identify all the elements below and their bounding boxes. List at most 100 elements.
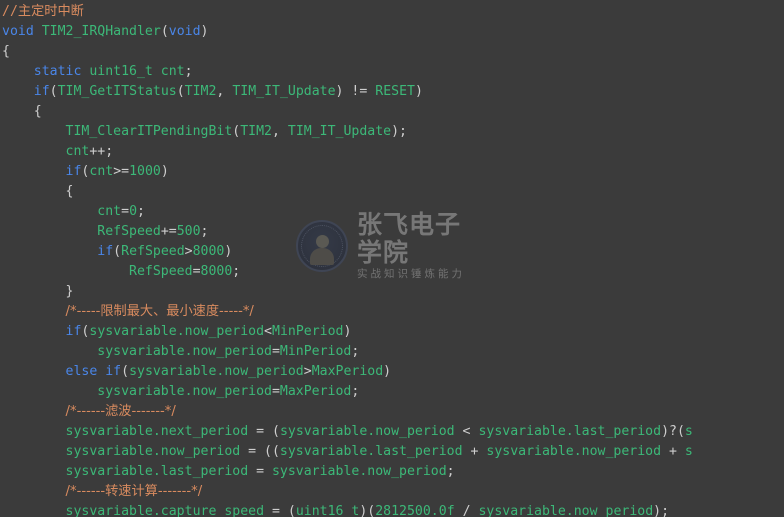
code-token-punct: , (271, 124, 288, 139)
code-token-indent (2, 364, 66, 379)
code-line[interactable]: /*------转速计算-------*/ (0, 482, 784, 502)
code-token-identifier: RefSpeed (121, 244, 185, 259)
code-line[interactable]: { (0, 182, 784, 202)
code-token-indent (2, 224, 97, 239)
code-token-operator: ++; (89, 144, 114, 159)
code-token-indent (2, 244, 97, 259)
code-line[interactable]: if(RefSpeed>8000) (0, 242, 784, 262)
code-token-punct: } (2, 284, 74, 299)
code-token-indent (2, 444, 66, 459)
code-token-operator: != (351, 84, 368, 99)
code-line[interactable]: sysvariable.next_period = (sysvariable.n… (0, 422, 784, 442)
code-token-punct: ; (200, 224, 209, 239)
code-token-identifier: sysvariable.now_period (65, 444, 241, 459)
code-token-identifier: cnt (89, 164, 114, 179)
code-token-operator: >= (113, 164, 130, 179)
code-line[interactable]: { (0, 42, 784, 62)
code-token-indent (2, 384, 97, 399)
code-line[interactable]: { (0, 102, 784, 122)
code-token-comment: //主定时中断 (2, 4, 84, 19)
code-token-identifier: sysvariable.now_period (97, 384, 272, 399)
code-line[interactable]: /*------滤波-------*/ (0, 402, 784, 422)
code-line[interactable]: void TIM2_IRQHandler(void) (0, 22, 784, 42)
code-token-identifier: sysvariable.now_period (279, 424, 455, 439)
code-token-number: 1000 (129, 164, 161, 179)
code-line[interactable]: /*-----限制最大、最小速度-----*/ (0, 302, 784, 322)
code-token-identifier: cnt (97, 204, 122, 219)
code-token-identifier: s (684, 424, 693, 439)
code-token-const: TIM2 (240, 124, 272, 139)
code-token-number: 8000 (200, 264, 233, 279)
code-token-identifier: sysvariable.now_period (97, 344, 272, 359)
code-token-punct: ; (232, 264, 241, 279)
code-token-punct: ( (160, 24, 169, 39)
code-token-punct: { (2, 44, 10, 59)
code-token-operator: = (121, 204, 130, 219)
code-token-number: 2812500.0f (375, 504, 455, 517)
code-token-keyword: static (33, 64, 82, 79)
code-line[interactable]: sysvariable.now_period=MinPeriod; (0, 342, 784, 362)
code-token-punct: )( (359, 504, 376, 517)
code-line[interactable]: if(TIM_GetITStatus(TIM2, TIM_IT_Update) … (0, 82, 784, 102)
code-token-operator: += (160, 224, 177, 239)
code-lines-container[interactable]: //主定时中断 void TIM2_IRQHandler(void) { sta… (0, 2, 784, 517)
code-token-const: TIM_IT_Update (287, 124, 392, 139)
code-token-type: uint16_t cnt (81, 64, 185, 79)
code-token-punct: { (2, 184, 74, 199)
code-line[interactable]: static uint16_t cnt; (0, 62, 784, 82)
code-token-indent (2, 464, 66, 479)
code-token-identifier: sysvariable.capture_speed (65, 504, 265, 517)
code-line[interactable]: } (0, 282, 784, 302)
code-line[interactable]: if(sysvariable.now_period<MinPeriod) (0, 322, 784, 342)
code-token-punct: { (2, 104, 42, 119)
code-token-keyword: void (2, 24, 34, 39)
code-token-comment-text: /*-----限制最大、最小速度-----*/ (65, 304, 254, 319)
code-token-punct: ) (160, 164, 169, 179)
code-token-identifier: sysvariable.now_period (271, 464, 447, 479)
code-token-punct: ) (200, 24, 209, 39)
code-token-punct: ( (121, 364, 130, 379)
code-token-punct: ( (49, 84, 58, 99)
code-token-operator: = (248, 464, 272, 479)
code-token-indent (2, 204, 97, 219)
code-token-operator: = (271, 344, 280, 359)
code-token-indent (2, 344, 97, 359)
code-token-punct: ) (335, 84, 352, 99)
code-token-const: MaxPeriod (279, 384, 352, 399)
code-token-punct: , (216, 84, 233, 99)
code-line[interactable]: if(cnt>=1000) (0, 162, 784, 182)
code-line[interactable]: TIM_ClearITPendingBit(TIM2, TIM_IT_Updat… (0, 122, 784, 142)
code-token-const: TIM2 (184, 84, 217, 99)
code-token-indent (2, 304, 66, 319)
code-token-operator: / (454, 504, 479, 517)
code-line[interactable]: RefSpeed=8000; (0, 262, 784, 282)
code-token-punct: ; (351, 344, 360, 359)
code-token-function: TIM_GetITStatus (57, 84, 177, 99)
code-line[interactable]: cnt=0; (0, 202, 784, 222)
code-token-indent (2, 124, 66, 139)
code-token-indent (2, 404, 66, 419)
code-token-keyword: if (65, 164, 82, 179)
code-line[interactable]: sysvariable.now_period = ((sysvariable.l… (0, 442, 784, 462)
code-token-function: TIM_ClearITPendingBit (65, 124, 233, 139)
code-token-const: MinPeriod (279, 344, 352, 359)
code-line[interactable]: sysvariable.capture_speed = (uint16_t)(2… (0, 502, 784, 517)
code-token-identifier: s (684, 444, 693, 459)
code-token-identifier: RefSpeed (129, 264, 193, 279)
code-token-function: TIM2_IRQHandler (33, 24, 161, 39)
code-line[interactable]: cnt++; (0, 142, 784, 162)
code-token-punct: ) (383, 364, 392, 379)
code-token-punct: ; (446, 464, 455, 479)
code-token-keyword: else if (65, 364, 122, 379)
code-line[interactable]: sysvariable.last_period = sysvariable.no… (0, 462, 784, 482)
code-line[interactable]: RefSpeed+=500; (0, 222, 784, 242)
code-token-identifier: sysvariable.last_period (279, 444, 463, 459)
code-token-punct: )?( (661, 424, 685, 439)
code-line[interactable]: //主定时中断 (0, 2, 784, 22)
code-token-operator: < (264, 324, 272, 339)
code-editor-pane[interactable]: //主定时中断 void TIM2_IRQHandler(void) { sta… (0, 0, 784, 517)
code-line[interactable]: sysvariable.now_period=MaxPeriod; (0, 382, 784, 402)
code-token-identifier: sysvariable.now_period (89, 324, 265, 339)
code-token-number: 0 (129, 204, 138, 219)
code-line[interactable]: else if(sysvariable.now_period>MaxPeriod… (0, 362, 784, 382)
